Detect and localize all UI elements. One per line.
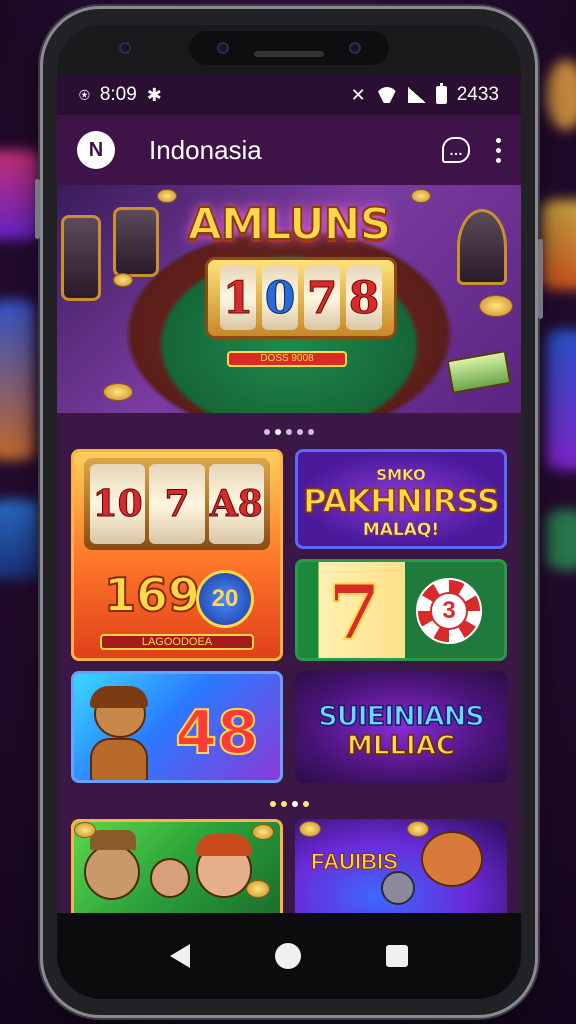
coin-icon <box>74 822 96 838</box>
background-glow <box>546 510 576 570</box>
tile-subtitle: MLLIAC <box>346 730 455 762</box>
hero-plate: DOSS 9008 <box>227 351 347 367</box>
phone-frame: ⍟ 8:09 ✱ ✕ 2433 N Indonasia … AMLUNS 1 0… <box>35 6 543 1018</box>
coin-icon <box>479 295 513 317</box>
fox-character-art <box>421 831 483 887</box>
wheel-machine-art <box>457 209 507 285</box>
system-nav-bar <box>57 913 521 999</box>
volume-button <box>35 179 40 239</box>
back-icon[interactable] <box>169 944 190 968</box>
tile-title: PAKHNIRSS <box>302 481 500 521</box>
coin-icon <box>407 821 429 837</box>
game-tile-suieinians[interactable]: SUIEINIANS MLLIAC <box>295 671 507 783</box>
cash-stack-icon <box>446 350 512 394</box>
poker-chip-icon: 3 <box>416 578 482 644</box>
power-button <box>538 239 543 319</box>
wifi-icon <box>376 87 398 103</box>
carousel-dot[interactable] <box>275 429 281 435</box>
coin-icon <box>411 189 431 203</box>
reel: 8 <box>346 266 382 330</box>
slot-reels: 10 7 A8 <box>84 458 270 550</box>
character-art <box>381 871 415 905</box>
status-left: ⍟ 8:09 ✱ <box>79 84 162 106</box>
slot-badge: 20 <box>196 570 254 628</box>
reel: 0 <box>262 266 298 330</box>
sensor-icon <box>119 42 131 54</box>
carousel-dot[interactable] <box>308 429 314 435</box>
coin-icon <box>299 821 321 837</box>
chip-number: 3 <box>430 592 468 630</box>
carousel-dot[interactable] <box>297 429 303 435</box>
coin-icon <box>252 824 274 840</box>
more-options-icon[interactable] <box>496 137 501 163</box>
reel: 7 <box>304 266 340 330</box>
hair-art <box>196 834 252 856</box>
seven-symbol: 7 <box>327 567 382 658</box>
tile-title: SUIEINIANS <box>318 700 486 733</box>
home-icon[interactable] <box>274 943 301 969</box>
carousel-dot[interactable] <box>264 429 270 435</box>
app-logo-icon[interactable]: N <box>77 131 115 169</box>
status-left-text: 8:09 <box>99 84 137 105</box>
hero-banner[interactable]: AMLUNS 1 0 7 8 DOSS 9008 <box>57 185 521 413</box>
signal-icon <box>407 87 426 103</box>
character-art <box>86 686 152 780</box>
earpiece <box>254 51 324 57</box>
chat-glyph: … <box>449 142 463 158</box>
reel: 7 <box>149 464 205 544</box>
background-glow <box>0 150 40 240</box>
status-right: ✕ 2433 <box>350 83 499 106</box>
carousel-dot[interactable] <box>269 801 276 807</box>
game-tile-seven[interactable]: 7 3 <box>295 559 507 661</box>
game-tile-48[interactable]: 48 <box>71 671 283 783</box>
hero-reels: 1 0 7 8 <box>205 257 397 339</box>
carousel-dot[interactable] <box>286 429 292 435</box>
app-bar: N Indonasia … <box>57 115 521 185</box>
reel: 10 <box>90 464 146 544</box>
battery-icon <box>435 83 447 104</box>
tile-title: FAUIBIS <box>311 849 399 875</box>
app-title: Indonasia <box>149 134 262 165</box>
recents-icon[interactable] <box>386 945 409 967</box>
mute-icon: ✕ <box>350 84 366 105</box>
character-art <box>150 858 190 898</box>
background-glow <box>0 500 40 580</box>
tile-subtitle: MALAQ! <box>362 520 440 541</box>
character-art <box>84 844 140 900</box>
coin-icon <box>157 189 177 203</box>
hero-carousel-dots <box>57 429 521 435</box>
tile-number: 48 <box>174 697 260 769</box>
coin-icon <box>103 383 133 401</box>
slot-machine-art <box>113 207 159 277</box>
slot-machine-art <box>61 215 101 301</box>
background-glow <box>546 60 576 130</box>
background-glow <box>0 300 35 460</box>
carousel-dot[interactable] <box>291 801 298 807</box>
status-time: 2433 <box>456 84 499 105</box>
hero-title: AMLUNS <box>187 198 393 251</box>
game-tile-pakhnirss[interactable]: SMKO PAKHNIRSS MALAQ! <box>295 449 507 549</box>
reel: 1 <box>220 266 256 330</box>
phone-screen: ⍟ 8:09 ✱ ✕ 2433 N Indonasia … AMLUNS 1 0… <box>57 25 521 999</box>
notch <box>189 31 389 65</box>
status-bar: ⍟ 8:09 ✱ ✕ 2433 <box>57 75 521 115</box>
chat-icon[interactable]: … <box>442 137 470 163</box>
bug-icon: ✱ <box>146 84 162 105</box>
grid-carousel-dots <box>57 801 521 807</box>
front-sensor-icon <box>349 42 361 54</box>
logo-glyph: N <box>88 138 104 161</box>
hat-icon <box>90 830 136 850</box>
carousel-dot[interactable] <box>280 801 287 807</box>
background-glow <box>546 330 576 470</box>
carousel-dot[interactable] <box>302 801 309 807</box>
coin-icon <box>113 273 133 287</box>
reel: A8 <box>208 464 264 544</box>
coin-icon <box>246 880 270 898</box>
background-glow <box>541 200 576 290</box>
front-camera-icon <box>217 42 229 54</box>
slot-bar: LAGOODOEA <box>100 634 254 650</box>
top-bezel <box>57 25 521 75</box>
nfc-icon: ⍟ <box>79 84 90 105</box>
game-tile-slot[interactable]: 10 7 A8 169 20 LAGOODOEA <box>71 449 283 661</box>
